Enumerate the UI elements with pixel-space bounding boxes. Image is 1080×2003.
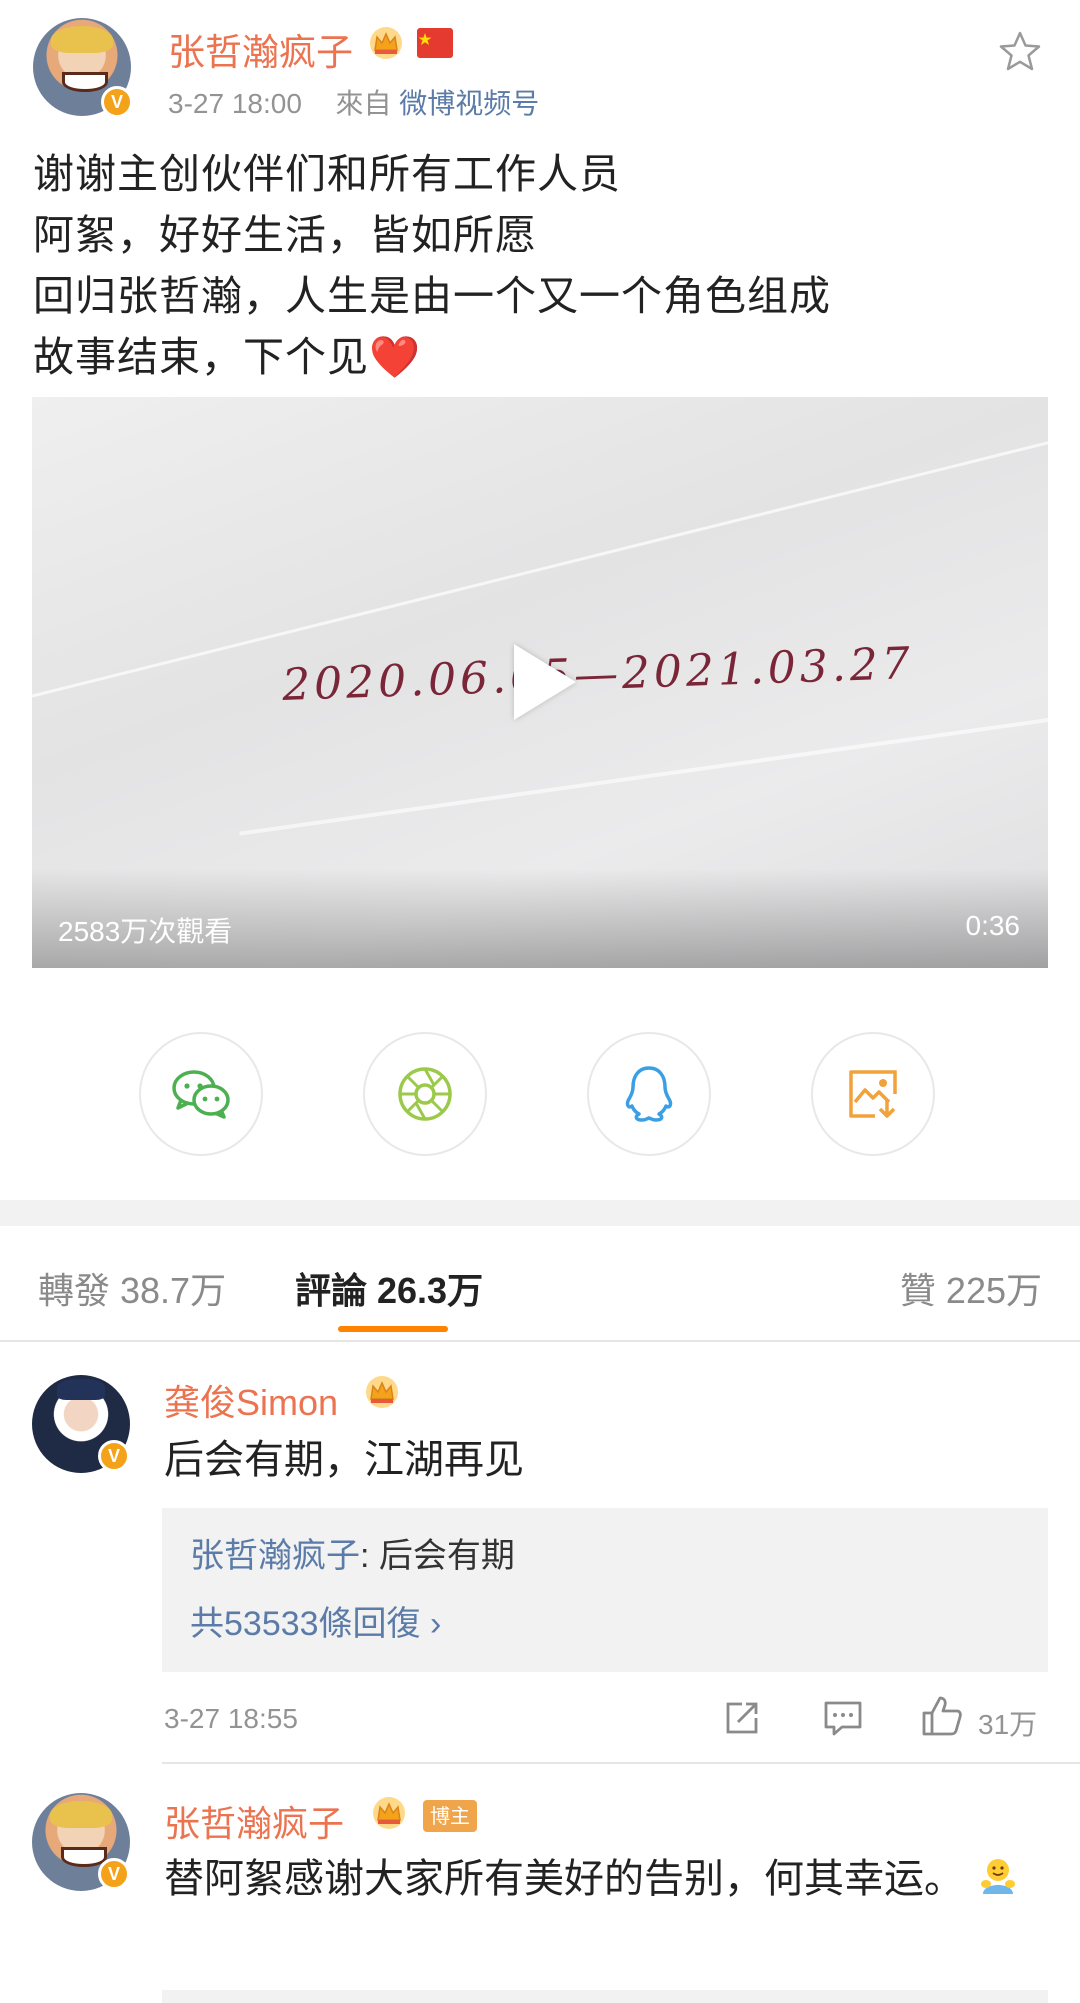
hug-emoji-icon bbox=[980, 1859, 1015, 1894]
repost-icon[interactable] bbox=[722, 1698, 762, 1738]
reply-text: 后会有期 bbox=[378, 1537, 515, 1575]
post-source[interactable]: 微博视频号 bbox=[399, 88, 539, 119]
comment-text-content: 替阿絮感谢大家所有美好的告别，何其幸运。 bbox=[164, 1856, 964, 1902]
crown-icon bbox=[366, 1376, 398, 1408]
reply-author[interactable]: 张哲瀚疯子 bbox=[190, 1537, 360, 1575]
reply-box-partial bbox=[162, 1990, 1048, 2003]
share-wechat-button[interactable] bbox=[139, 1032, 263, 1156]
post-line: 回归张哲瀚，人生是由一个又一个角色组成 bbox=[33, 272, 831, 320]
comment-divider bbox=[162, 1762, 1080, 1764]
crown-icon bbox=[373, 1797, 405, 1829]
qq-icon bbox=[625, 1066, 673, 1122]
tab-active-indicator bbox=[338, 1326, 448, 1332]
like-count: 31万 bbox=[978, 1709, 1038, 1740]
video-duration: 0:36 bbox=[965, 910, 1021, 941]
post-time: 3-27 18:00 bbox=[168, 88, 302, 119]
post-body: 谢谢主创伙伴们和所有工作人员 阿絮，好好生活，皆如所愿 回归张哲瀚，人生是由一个… bbox=[33, 144, 1043, 388]
moments-icon bbox=[398, 1067, 452, 1121]
view-replies-link[interactable]: 共53533條回復 › bbox=[190, 1596, 441, 1645]
verified-badge: V bbox=[101, 86, 133, 118]
share-save-image-button[interactable] bbox=[811, 1032, 935, 1156]
section-divider bbox=[0, 1200, 1080, 1226]
crown-icon bbox=[370, 27, 402, 59]
comment-time: 3-27 18:55 bbox=[164, 1703, 298, 1734]
like-icon[interactable] bbox=[920, 1694, 964, 1738]
share-qq-button[interactable] bbox=[587, 1032, 711, 1156]
reply-box[interactable]: 张哲瀚疯子: 后会有期 共53533條回復 › bbox=[162, 1508, 1048, 1672]
favorite-star-icon[interactable] bbox=[998, 30, 1042, 72]
tab-repost[interactable]: 轉發 38.7万 bbox=[38, 1262, 226, 1314]
comment-icon[interactable] bbox=[822, 1698, 864, 1738]
tabs-divider bbox=[0, 1340, 1080, 1342]
play-icon[interactable] bbox=[514, 644, 576, 720]
comment-text: 替阿絮感谢大家所有美好的告别，何其幸运。 bbox=[164, 1845, 1024, 1913]
post-line: 阿絮，好好生活，皆如所愿 bbox=[33, 211, 537, 259]
post-author-name[interactable]: 张哲瀚疯子 bbox=[168, 22, 353, 76]
post-line: 谢谢主创伙伴们和所有工作人员 bbox=[33, 150, 621, 198]
comment-author[interactable]: 龚俊Simon bbox=[164, 1374, 338, 1426]
china-flag-icon bbox=[417, 28, 453, 58]
verified-badge: V bbox=[98, 1440, 130, 1472]
post-meta: 3-27 18:00 來自 微博视频号 bbox=[168, 82, 539, 122]
video-handwriting: 2020.06.05—2021.03.27 bbox=[281, 637, 915, 712]
comment-author[interactable]: 张哲瀚疯子 bbox=[164, 1795, 344, 1847]
video-player[interactable]: 2020.06.05—2021.03.27 2583万次觀看 0:36 bbox=[32, 397, 1048, 968]
post-line: 故事结束，下个见❤️ bbox=[33, 333, 422, 381]
reply-preview: 张哲瀚疯子: 后会有期 bbox=[190, 1528, 515, 1577]
verified-badge: V bbox=[98, 1858, 130, 1890]
comment-text: 后会有期，江湖再见 bbox=[164, 1437, 524, 1483]
reply-separator: : bbox=[360, 1537, 379, 1575]
tab-likes[interactable]: 贊 225万 bbox=[900, 1262, 1042, 1314]
share-moments-button[interactable] bbox=[363, 1032, 487, 1156]
video-view-count: 2583万次觀看 bbox=[58, 916, 233, 947]
tab-comments[interactable]: 評論 26.3万 bbox=[295, 1262, 483, 1314]
wechat-icon bbox=[172, 1070, 230, 1119]
post-from-label: 來自 bbox=[335, 88, 392, 119]
author-badge: 博主 bbox=[423, 1800, 477, 1832]
save-image-icon bbox=[849, 1070, 897, 1118]
